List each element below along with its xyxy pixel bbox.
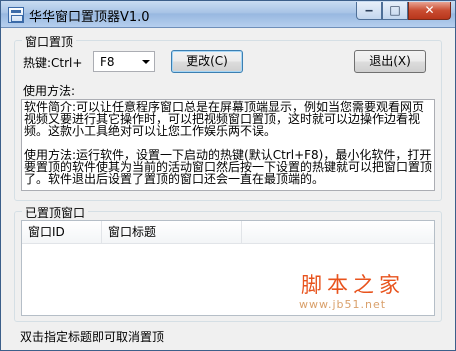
usage-howto-text: 使用方法:运行软件，设置一下启动的热键(默认Ctrl+F8)，最小化软件，打开要…: [24, 148, 433, 186]
usage-label: 使用方法:: [23, 84, 76, 98]
hotkey-label: 热键:Ctrl+: [23, 56, 83, 70]
column-window-id[interactable]: 窗口ID: [22, 221, 102, 243]
pin-group-label: 窗口置顶: [22, 33, 77, 50]
exit-button[interactable]: 退出(X): [354, 50, 426, 73]
maximize-button[interactable]: □: [382, 2, 408, 20]
hotkey-select[interactable]: F8: [93, 51, 155, 72]
window-title: 华华窗口置顶器V1.0: [29, 10, 150, 25]
list-header: 窗口ID 窗口标题: [22, 221, 434, 244]
caption-buttons: ‒ □ ✕: [356, 2, 451, 20]
close-button[interactable]: ✕: [408, 2, 451, 20]
watermark-url: www.jb51.net: [299, 298, 387, 311]
title-bar[interactable]: 华华窗口置顶器V1.0 ‒ □ ✕: [1, 1, 455, 28]
maximize-icon: □: [389, 3, 401, 17]
pinned-group-label: 已置顶窗口: [22, 204, 89, 221]
watermark: 脚本之家 www.jb51.net: [293, 269, 433, 317]
minimize-icon: ‒: [364, 3, 374, 17]
hotkey-value: F8: [100, 55, 115, 69]
close-icon: ✕: [424, 3, 435, 17]
change-button[interactable]: 更改(C): [171, 50, 243, 73]
column-window-title[interactable]: 窗口标题: [102, 221, 242, 243]
app-window: 华华窗口置顶器V1.0 ‒ □ ✕ 窗口置顶 热键:Ctrl+ F8 更改(C)…: [0, 0, 456, 351]
watermark-text: 脚本之家: [301, 273, 405, 297]
minimize-button[interactable]: ‒: [356, 2, 382, 20]
usage-intro-text: 软件简介:可以让任意程序窗口总是在屏幕顶端显示，例如当您需要观看网页视频又要进行…: [24, 100, 425, 138]
app-icon: [8, 7, 24, 23]
chevron-down-icon[interactable]: [138, 52, 154, 71]
usage-textbox[interactable]: 软件简介:可以让任意程序窗口总是在屏幕顶端显示，例如当您需要观看网页视频又要进行…: [21, 99, 435, 191]
status-text: 双击指定标题即可取消置顶: [20, 330, 165, 344]
